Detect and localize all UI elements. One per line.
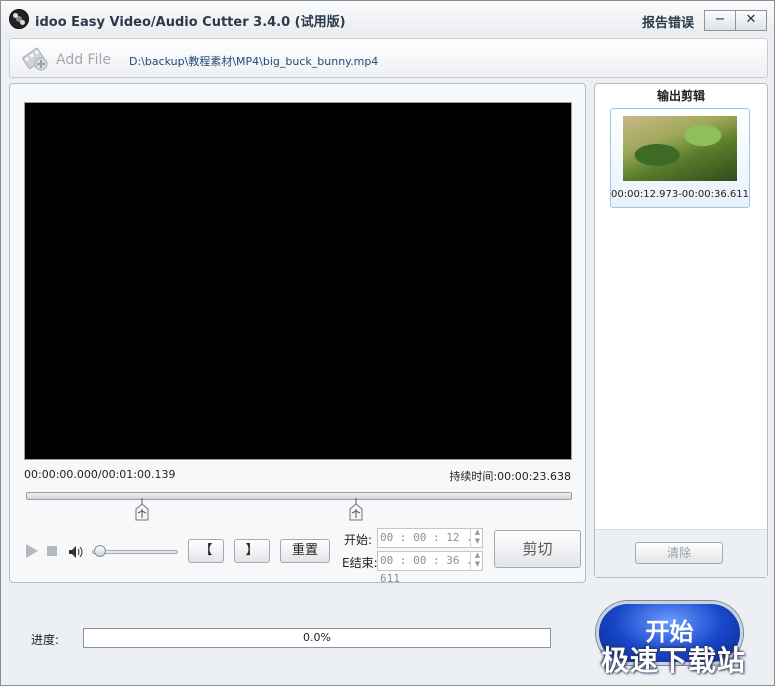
file-path-label: D:\backup\教程素材\MP4\big_buck_bunny.mp4: [129, 55, 379, 68]
start-time-label: 开始:: [344, 533, 373, 547]
video-preview[interactable]: [24, 102, 572, 460]
selection-duration: 持续时间:00:00:23.638: [449, 470, 571, 483]
seek-bar[interactable]: [26, 492, 572, 500]
end-time-field[interactable]: 00 : 00 : 36 . 611: [377, 551, 483, 585]
speaker-icon[interactable]: [68, 545, 84, 562]
output-title: 输出剪辑: [656, 89, 705, 103]
player-panel: 00:00:00.000/00:01:00.139 持续时间:00:00:23.…: [9, 83, 586, 585]
add-file-button[interactable]: Add File: [56, 52, 111, 68]
end-time-label: E结束:: [342, 556, 378, 570]
report-error-link[interactable]: 报告错误: [642, 12, 694, 31]
volume-knob[interactable]: [94, 545, 106, 557]
start-time-field[interactable]: 00 : 00 : 12 . 973: [377, 528, 483, 562]
start-marker-icon[interactable]: [134, 498, 150, 522]
window-title: idoo Easy Video/Audio Cutter 3.4.0 (试用版): [35, 15, 346, 30]
progress-bar: 0.0%: [83, 628, 551, 648]
mark-in-button[interactable]: 【: [188, 539, 224, 563]
play-icon[interactable]: [25, 544, 39, 561]
end-marker-icon[interactable]: [348, 498, 364, 522]
progress-label: 进度:: [31, 633, 60, 647]
clear-button[interactable]: 清除: [635, 542, 723, 564]
stop-icon[interactable]: [47, 546, 57, 556]
toolbar: Add File D:\backup\教程素材\MP4\big_buck_bun…: [9, 38, 768, 78]
add-file-icon[interactable]: [20, 43, 50, 73]
end-time-stepper-icon[interactable]: ▲ ▼: [470, 551, 484, 571]
output-clip-item[interactable]: 00:00:12.973-00:00:36.611: [610, 108, 750, 208]
mark-out-button[interactable]: 】: [234, 539, 270, 563]
reset-button[interactable]: 重置: [280, 539, 330, 563]
output-panel: 输出剪辑 00:00:12.973-00:00:36.611 清除: [594, 83, 768, 578]
film-reel-icon: [9, 9, 29, 29]
cut-button[interactable]: 剪切: [494, 530, 581, 568]
title-bar: idoo Easy Video/Audio Cutter 3.4.0 (试用版)…: [1, 1, 774, 37]
main-window: idoo Easy Video/Audio Cutter 3.4.0 (试用版)…: [0, 0, 775, 686]
clip-time-range: 00:00:12.973-00:00:36.611: [611, 189, 749, 200]
start-time-stepper-icon[interactable]: ▲ ▼: [470, 528, 484, 548]
minimize-button[interactable]: −: [704, 10, 736, 31]
watermark: 极速下载站: [601, 644, 747, 677]
close-button[interactable]: ✕: [735, 10, 767, 31]
clip-thumbnail: [623, 116, 737, 181]
output-footer: 清除: [595, 529, 767, 577]
playback-position: 00:00:00.000/00:01:00.139: [24, 468, 176, 481]
